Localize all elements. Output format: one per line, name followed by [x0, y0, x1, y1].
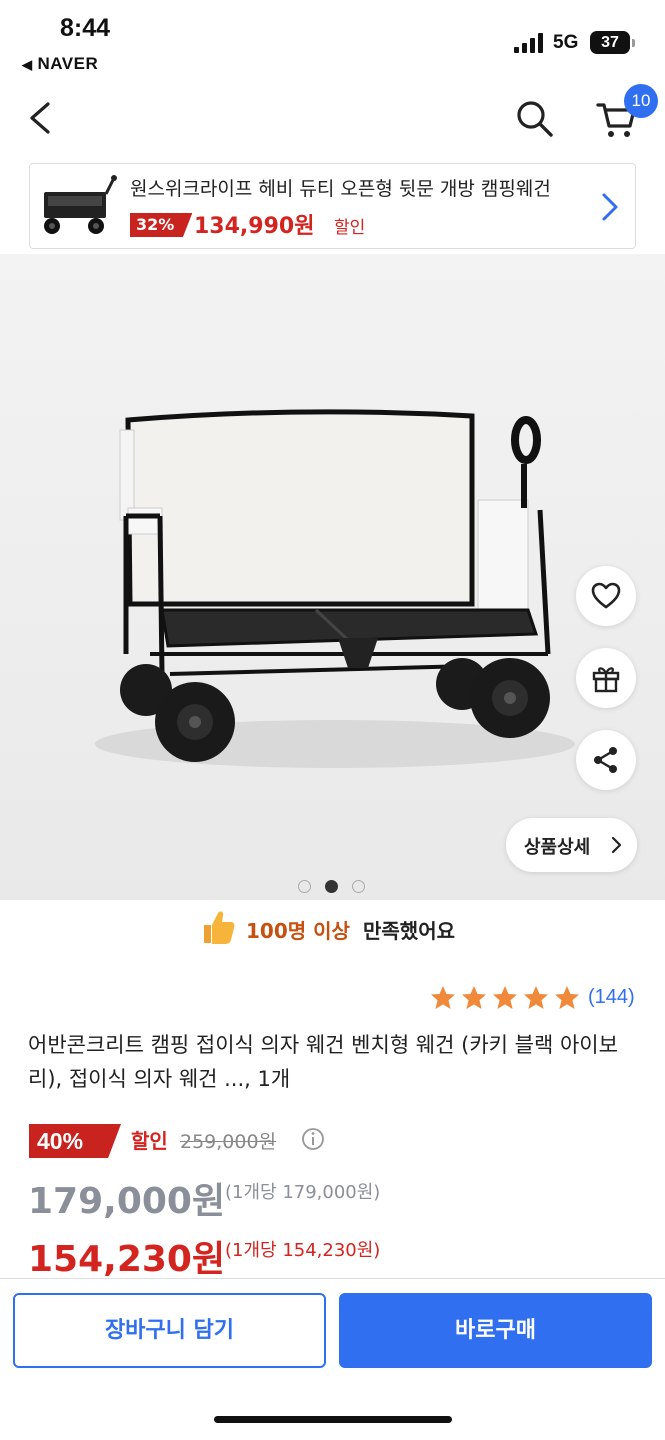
related-product-card[interactable]: 원스위크라이프 헤비 듀티 오픈형 뒷문 개방 캠핑웨건 32% 134,990…	[29, 163, 636, 249]
product-image	[0, 254, 665, 900]
gallery-dot[interactable]	[298, 880, 311, 893]
gift-button[interactable]	[576, 648, 636, 708]
top-nav	[0, 84, 665, 154]
add-to-cart-button[interactable]: 장바구니 담기	[13, 1293, 326, 1368]
product-image-gallery[interactable]	[0, 254, 665, 900]
heart-icon	[591, 582, 621, 609]
related-product-price: 134,990원	[194, 214, 315, 239]
back-triangle-icon: ◀	[22, 57, 33, 72]
cart-count-badge: 10	[624, 84, 658, 118]
wishlist-button[interactable]	[576, 566, 636, 626]
satisfaction-text: 만족했어요	[363, 919, 455, 943]
gallery-dot[interactable]	[352, 880, 365, 893]
chevron-right-icon	[611, 836, 622, 854]
chevron-left-icon[interactable]	[20, 96, 64, 140]
battery-icon: 37	[590, 31, 630, 54]
network-label: 5G	[553, 32, 579, 53]
info-icon[interactable]	[301, 1127, 325, 1151]
product-detail-button[interactable]: 상품상세	[506, 818, 637, 872]
share-button[interactable]	[576, 730, 636, 790]
buy-now-button[interactable]: 바로구매	[339, 1293, 652, 1368]
product-title: 어반콘크리트 캠핑 접이식 의자 웨건 벤치형 웨건 (카키 블랙 아이보리),…	[28, 1033, 618, 1091]
home-indicator[interactable]	[214, 1416, 452, 1423]
gallery-pagination	[298, 880, 368, 894]
related-discount-badge: 32%	[130, 213, 193, 237]
review-count-link[interactable]: (144)	[588, 986, 635, 1009]
gift-icon	[592, 667, 620, 693]
product-detail-label: 상품상세	[524, 837, 591, 858]
status-bar: 8:44 ◀ NAVER 5G 37	[0, 0, 665, 80]
back-app-label: NAVER	[37, 54, 99, 73]
thumbs-up-icon	[204, 911, 235, 944]
bottom-divider	[0, 1278, 665, 1279]
rating-stars[interactable]	[429, 984, 581, 1012]
battery-cap	[632, 39, 635, 47]
member-unit-price: (1개당 179,000원)	[225, 1182, 381, 1203]
satisfaction-highlight: 100명 이상	[246, 919, 350, 943]
share-icon	[594, 747, 617, 773]
star-icon	[493, 986, 517, 1009]
star-icon	[555, 986, 579, 1009]
final-price: 154,230원	[28, 1239, 226, 1280]
member-price: 179,000원	[28, 1181, 226, 1222]
original-price: 259,000원	[180, 1131, 277, 1153]
signal-icon	[514, 33, 546, 53]
discount-badge: 40%	[29, 1124, 121, 1158]
back-to-app-link[interactable]: ◀ NAVER	[22, 54, 98, 74]
search-icon[interactable]	[512, 96, 558, 142]
related-sale-label: 할인	[334, 218, 366, 238]
related-product-title: 원스위크라이프 헤비 듀티 오픈형 뒷문 개방 캠핑웨건	[130, 178, 551, 200]
star-icon	[431, 986, 455, 1009]
gallery-dot-active[interactable]	[325, 880, 338, 893]
status-time: 8:44	[60, 14, 111, 42]
chevron-right-icon	[602, 193, 618, 221]
star-icon	[524, 986, 548, 1009]
final-unit-price: (1개당 154,230원)	[225, 1240, 381, 1261]
discount-label: 할인	[131, 1129, 168, 1153]
related-product-thumbnail	[44, 175, 117, 234]
star-icon	[462, 986, 486, 1009]
